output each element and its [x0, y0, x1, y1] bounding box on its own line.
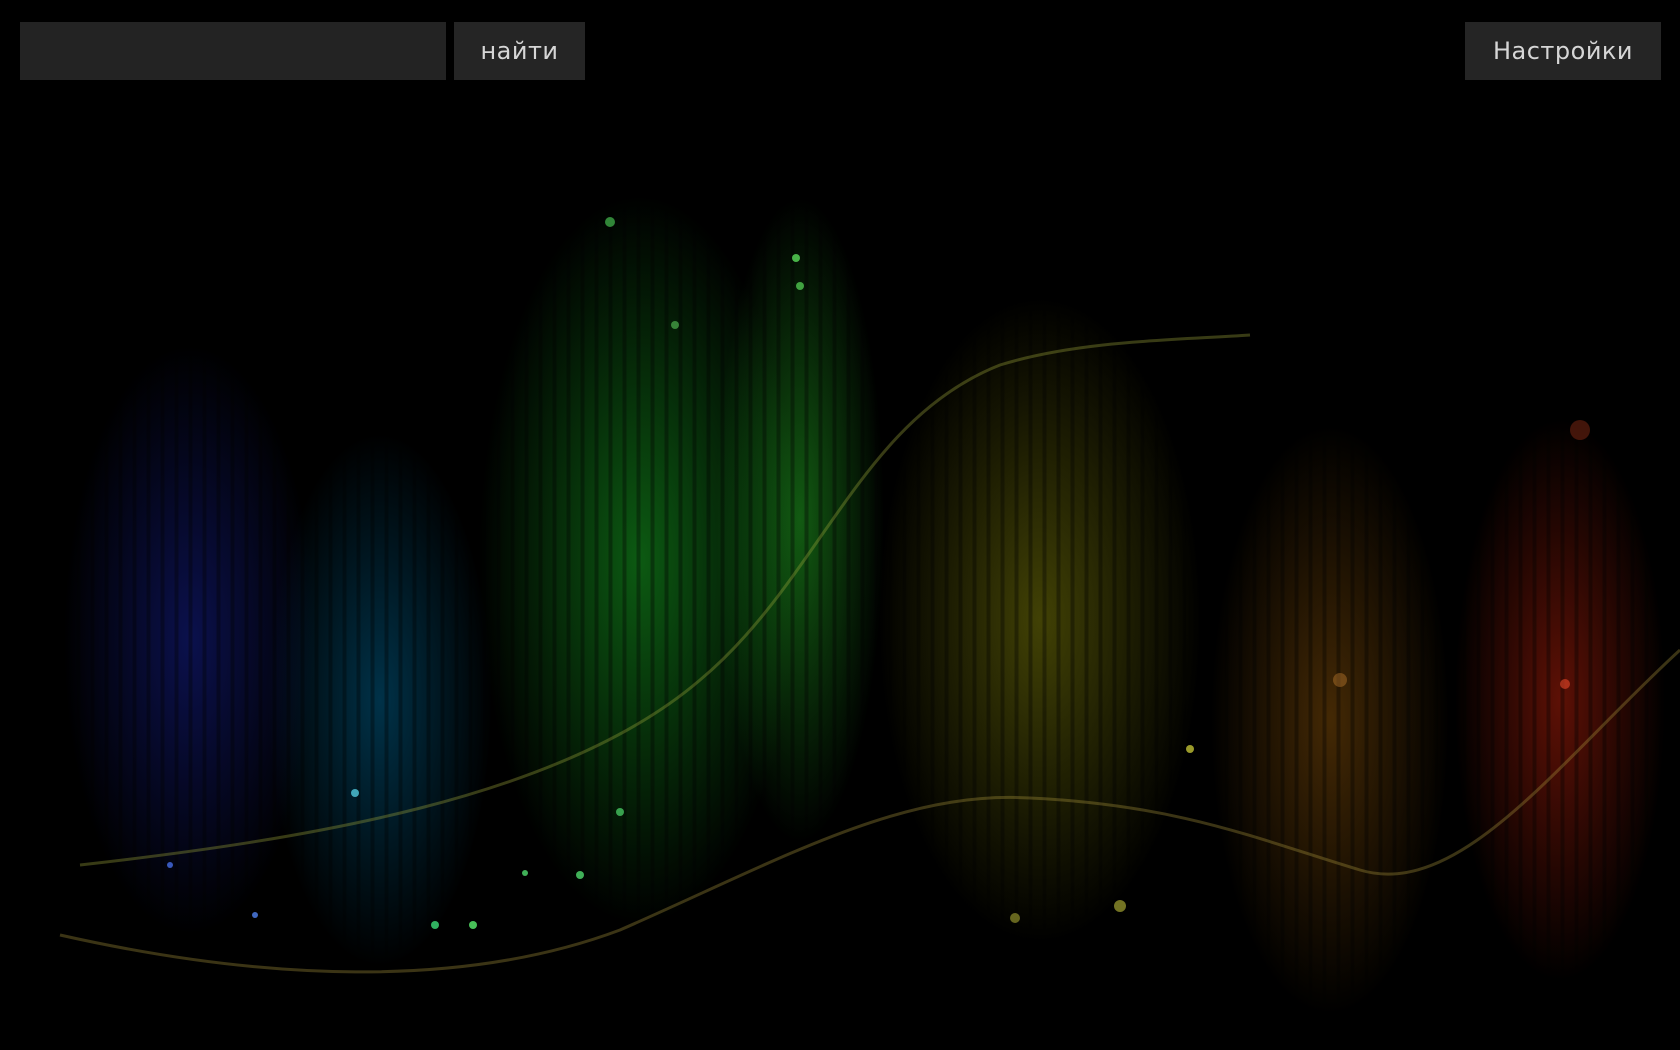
wallpaper-particles [167, 217, 1590, 929]
search-button[interactable]: найти [454, 22, 585, 80]
wallpaper-curve-upper [79, 333, 1251, 867]
top-toolbar: найти Настройки [0, 0, 1680, 104]
wallpaper-curve-lower [59, 648, 1680, 974]
wallpaper-curves [59, 217, 1680, 974]
search-input[interactable] [20, 22, 446, 80]
settings-button[interactable]: Настройки [1465, 22, 1661, 80]
desktop: найти Настройки [0, 0, 1680, 1050]
